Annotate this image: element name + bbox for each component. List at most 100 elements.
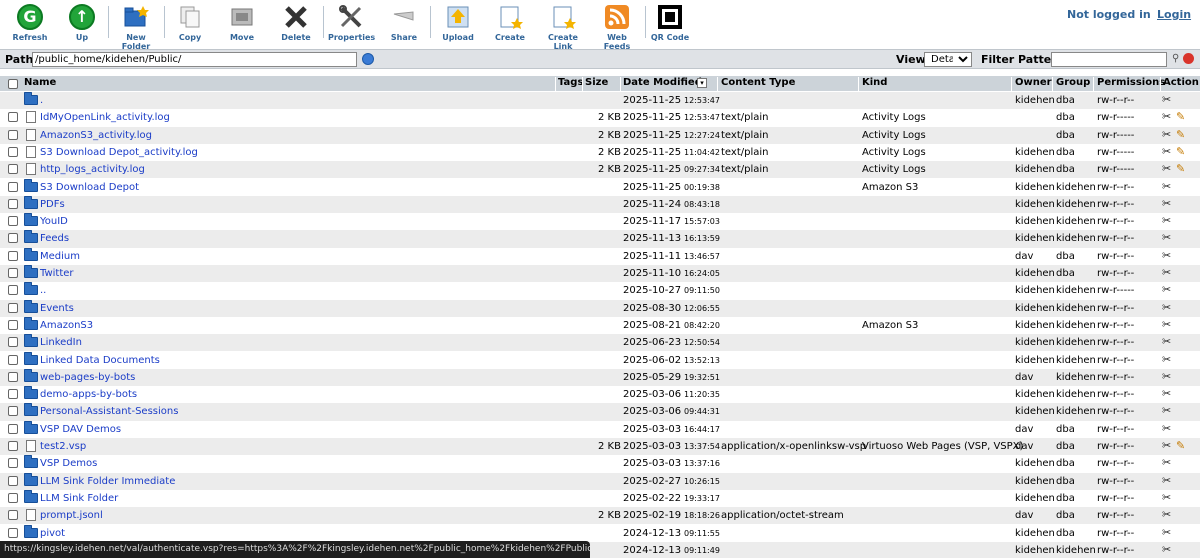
item-name-link[interactable]: Personal-Assistant-Sessions xyxy=(40,406,178,417)
edit-action-icon[interactable]: ✎ xyxy=(1176,439,1185,452)
properties-action-icon[interactable]: ✂ xyxy=(1162,526,1171,539)
column-owner[interactable]: Owner xyxy=(1015,77,1052,88)
table-row[interactable]: AmazonS3_activity.log 2 KB 2025-11-25 12:27… xyxy=(0,126,1200,144)
delete-button[interactable]: Delete xyxy=(274,4,318,42)
edit-action-icon[interactable]: ✎ xyxy=(1176,145,1185,158)
row-checkbox[interactable] xyxy=(8,233,18,244)
row-checkbox[interactable] xyxy=(8,198,18,209)
share-button[interactable]: Share xyxy=(382,4,426,42)
upload-button[interactable]: Upload xyxy=(436,4,480,42)
properties-action-icon[interactable]: ✂ xyxy=(1162,335,1171,348)
table-row[interactable]: Personal-Assistant-Sessions 2025-03-06 09:… xyxy=(0,403,1200,421)
item-name-link[interactable]: Events xyxy=(40,303,74,314)
copy-button[interactable]: Copy xyxy=(168,4,212,42)
qr-code-button[interactable]: QR Code xyxy=(650,4,690,42)
properties-button[interactable]: Properties xyxy=(328,4,375,42)
item-name-link[interactable]: S3 Download Depot xyxy=(40,182,139,193)
item-name-link[interactable]: pivot xyxy=(40,528,65,539)
row-checkbox[interactable] xyxy=(8,423,18,434)
row-checkbox[interactable] xyxy=(8,337,18,348)
go-icon[interactable] xyxy=(362,53,374,65)
properties-action-icon[interactable]: ✂ xyxy=(1162,439,1171,452)
row-checkbox[interactable] xyxy=(8,510,18,521)
row-checkbox[interactable] xyxy=(8,129,18,140)
item-name-link[interactable]: Twitter xyxy=(40,268,74,279)
item-name-link[interactable]: IdMyOpenLink_activity.log xyxy=(40,112,170,123)
table-row[interactable]: YouID 2025-11-17 15:57:03 kidehen kidehen rw-… xyxy=(0,213,1200,230)
filter-clear-icon[interactable] xyxy=(1183,53,1194,64)
properties-action-icon[interactable]: ✂ xyxy=(1162,214,1171,227)
column-permissions[interactable]: Permissions xyxy=(1097,77,1165,88)
table-row[interactable]: demo-apps-by-bots 2025-03-06 11:20:35 kideh… xyxy=(0,386,1200,403)
row-checkbox[interactable] xyxy=(8,354,18,365)
column-size[interactable]: Size xyxy=(585,77,608,88)
properties-action-icon[interactable]: ✂ xyxy=(1162,145,1171,158)
new-folder-button[interactable]: New Folder xyxy=(112,4,160,51)
properties-action-icon[interactable]: ✂ xyxy=(1162,353,1171,366)
login-link-text[interactable]: Login xyxy=(1157,8,1191,21)
item-name-link[interactable]: . xyxy=(40,95,43,106)
login-link[interactable]: Login xyxy=(1157,8,1191,21)
item-name-link[interactable]: Medium xyxy=(40,251,80,262)
up-button[interactable]: ↑ Up xyxy=(60,4,104,42)
table-row[interactable]: PDFs 2025-11-24 08:43:18 kidehen kidehen rw-r… xyxy=(0,195,1200,214)
row-checkbox[interactable] xyxy=(8,112,18,123)
properties-action-icon[interactable]: ✂ xyxy=(1162,197,1171,210)
edit-action-icon[interactable]: ✎ xyxy=(1176,162,1185,175)
properties-action-icon[interactable]: ✂ xyxy=(1162,508,1171,521)
column-content-type[interactable]: Content Type xyxy=(721,77,795,88)
table-row[interactable]: VSP Demos 2025-03-03 13:37:16 kidehen dba rw-… xyxy=(0,455,1200,472)
table-row[interactable]: Events 2025-08-30 12:06:55 kidehen kidehen rw… xyxy=(0,299,1200,317)
filter-input[interactable] xyxy=(1051,52,1167,67)
column-action[interactable]: Action xyxy=(1163,77,1199,88)
properties-action-icon[interactable]: ✂ xyxy=(1162,93,1171,106)
item-name-link[interactable]: demo-apps-by-bots xyxy=(40,389,137,400)
table-row[interactable]: LLM Sink Folder Immediate 2025-02-27 10:26… xyxy=(0,472,1200,490)
item-name-link[interactable]: AmazonS3 xyxy=(40,320,93,331)
row-checkbox[interactable] xyxy=(8,492,18,503)
table-row[interactable]: Twitter 2025-11-10 16:24:05 kidehen dba rw-r-… xyxy=(0,265,1200,283)
row-checkbox[interactable] xyxy=(8,527,18,538)
table-row[interactable]: web-pages-by-bots 2025-05-29 19:32:51 dav ki… xyxy=(0,368,1200,387)
select-all-checkbox[interactable] xyxy=(8,79,18,89)
row-checkbox[interactable] xyxy=(8,268,18,278)
properties-action-icon[interactable]: ✂ xyxy=(1162,456,1171,469)
item-name-link[interactable]: LLM Sink Folder Immediate xyxy=(40,476,175,487)
item-name-link[interactable]: VSP DAV Demos xyxy=(40,424,121,435)
row-checkbox[interactable] xyxy=(8,250,18,261)
row-checkbox[interactable] xyxy=(8,319,18,330)
table-row[interactable]: http_logs_activity.log 2 KB 2025-11-25 09:2… xyxy=(0,161,1200,179)
table-row[interactable]: LinkedIn 2025-06-23 12:50:54 kidehen kidehen… xyxy=(0,334,1200,352)
row-checkbox[interactable] xyxy=(8,389,18,400)
properties-action-icon[interactable]: ✂ xyxy=(1162,266,1171,279)
create-link-button[interactable]: Create Link xyxy=(538,4,588,51)
edit-action-icon[interactable]: ✎ xyxy=(1176,128,1185,141)
table-row[interactable]: test2.vsp 2 KB 2025-03-03 13:37:54 applicati… xyxy=(0,438,1200,456)
item-name-link[interactable]: .. xyxy=(40,285,46,296)
properties-action-icon[interactable]: ✂ xyxy=(1162,180,1171,193)
table-row[interactable]: VSP DAV Demos 2025-03-03 16:44:17 dav dba rw-… xyxy=(0,420,1200,438)
item-name-link[interactable]: LLM Sink Folder xyxy=(40,493,118,504)
sort-desc-icon[interactable]: ▾ xyxy=(697,78,707,88)
item-name-link[interactable]: VSP Demos xyxy=(40,458,97,469)
table-row[interactable]: . 2025-11-25 12:53:47 kidehen dba rw-r--r-- ✂ xyxy=(0,92,1200,110)
properties-action-icon[interactable]: ✂ xyxy=(1162,318,1171,331)
table-row[interactable]: IdMyOpenLink_activity.log 2 KB 2025-11-25 1… xyxy=(0,109,1200,126)
item-name-link[interactable]: LinkedIn xyxy=(40,337,82,348)
row-checkbox[interactable] xyxy=(8,216,18,227)
row-checkbox[interactable] xyxy=(8,458,18,469)
row-checkbox[interactable] xyxy=(8,475,18,486)
path-input[interactable] xyxy=(32,52,357,67)
create-button[interactable]: Create xyxy=(488,4,532,42)
row-checkbox[interactable] xyxy=(8,371,18,382)
properties-action-icon[interactable]: ✂ xyxy=(1162,283,1171,296)
table-row[interactable]: pivot 2024-12-13 09:11:55 kidehen dba rw-r--r… xyxy=(0,524,1200,542)
properties-action-icon[interactable]: ✂ xyxy=(1162,543,1171,556)
properties-action-icon[interactable]: ✂ xyxy=(1162,231,1171,244)
row-checkbox[interactable] xyxy=(8,406,18,417)
properties-action-icon[interactable]: ✂ xyxy=(1162,128,1171,141)
item-name-link[interactable]: AmazonS3_activity.log xyxy=(40,130,152,141)
item-name-link[interactable]: http_logs_activity.log xyxy=(40,164,145,175)
row-checkbox[interactable] xyxy=(8,285,18,296)
table-row[interactable]: S3 Download Depot_activity.log 2 KB 2025-1… xyxy=(0,144,1200,161)
